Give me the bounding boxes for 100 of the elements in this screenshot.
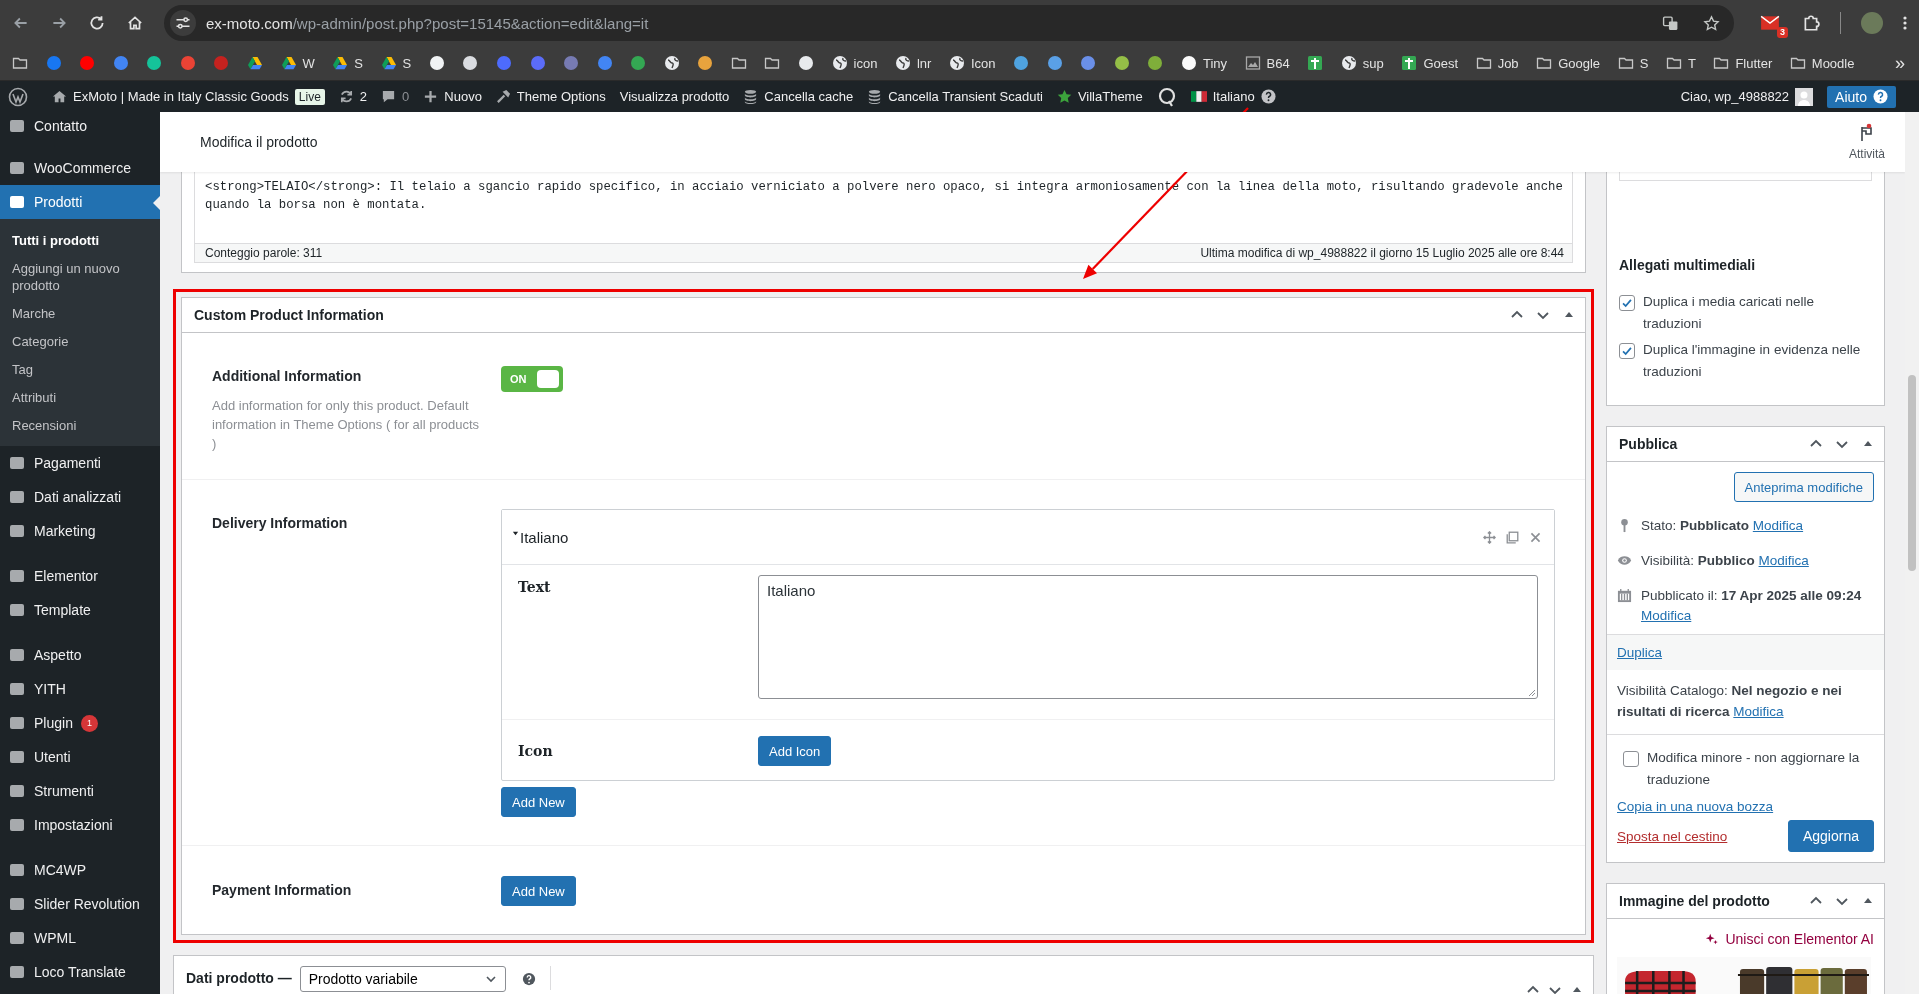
wordpress-logo-icon[interactable]	[8, 86, 28, 107]
comments-link[interactable]: 0	[381, 89, 410, 104]
menu-item[interactable]: Pagamenti	[0, 446, 160, 480]
home-icon[interactable]	[126, 14, 144, 32]
toolbar-link[interactable]	[1156, 86, 1177, 107]
copy-draft-link[interactable]: Copia in una nuova bozza	[1617, 799, 1874, 814]
edit-link[interactable]: Modifica	[1641, 608, 1692, 623]
menu-icon[interactable]	[1903, 15, 1907, 31]
site-icon[interactable]	[697, 55, 714, 71]
toolbar-link[interactable]: Nuovo	[423, 89, 482, 104]
site-info-icon[interactable]	[170, 10, 196, 36]
menu-item[interactable]: Marketing	[0, 514, 160, 548]
menu-item[interactable]: WooCommerce	[0, 151, 160, 185]
toolbar-link[interactable]: Visualizza prodotto	[619, 89, 730, 104]
puzzle-icon[interactable]	[1802, 14, 1820, 32]
submenu-item[interactable]: Tutti i prodotti	[0, 227, 160, 255]
menu-item[interactable]: Template	[0, 593, 160, 627]
bookmark[interactable]: icon	[831, 55, 878, 71]
star-icon[interactable]	[1703, 14, 1720, 32]
help-button[interactable]: Aiuto	[1827, 85, 1896, 108]
update-button[interactable]: Aggiorna	[1787, 820, 1874, 852]
bookmark[interactable]: B64	[1244, 55, 1290, 71]
elementor-ai-link[interactable]: Unisci con Elementor AI	[1607, 919, 1884, 957]
menu-item[interactable]: Loco Translate	[0, 955, 160, 989]
copy-icon[interactable]	[1506, 530, 1519, 544]
site-icon[interactable]	[798, 55, 814, 71]
menu-item[interactable]: Aspetto	[0, 638, 160, 672]
more-bookmarks-button[interactable]: »	[1895, 52, 1905, 74]
translate-icon[interactable]	[1662, 14, 1679, 32]
submenu-item[interactable]: Attributi	[0, 384, 160, 412]
edit-link[interactable]: Modifica	[1758, 553, 1809, 568]
checkbox[interactable]	[1619, 343, 1635, 359]
bookmark[interactable]: Goest	[1401, 55, 1459, 71]
bookmark[interactable]: Job	[1475, 55, 1519, 71]
site-icon[interactable]	[1046, 55, 1063, 71]
site-icon[interactable]	[1113, 55, 1130, 71]
checkbox[interactable]	[1619, 295, 1635, 311]
menu-item[interactable]: Strumenti	[0, 774, 160, 808]
updates-link[interactable]: 2	[338, 89, 368, 104]
bookmark[interactable]: T	[1665, 55, 1696, 71]
menu-item[interactable]: Contatto	[0, 112, 160, 140]
checkbox[interactable]	[1623, 751, 1639, 767]
duplicate-link[interactable]: Duplica	[1617, 645, 1663, 660]
add-new-button[interactable]: Add New	[501, 876, 576, 906]
toolbar-link[interactable]: Theme Options	[495, 89, 606, 104]
submenu-item[interactable]: Marche	[0, 300, 160, 328]
bookmark[interactable]: Tiny	[1180, 55, 1228, 71]
site-icon[interactable]	[462, 55, 479, 71]
move-icon[interactable]	[1483, 530, 1496, 544]
menu-item[interactable]: WPML	[0, 921, 160, 955]
bookmark[interactable]: Moodle	[1789, 55, 1855, 71]
text-area[interactable]: Italiano	[758, 575, 1538, 699]
toolbar-link[interactable]: VillaTheme	[1056, 89, 1143, 104]
site-icon[interactable]	[428, 55, 445, 71]
bookmark[interactable]: W	[280, 55, 315, 71]
bookmark[interactable]: sup	[1340, 55, 1384, 71]
reload-icon[interactable]	[88, 14, 106, 32]
toolbar-link[interactable]: Cancella cache	[743, 89, 854, 104]
add-icon-button[interactable]: Add Icon	[758, 736, 832, 766]
toolbar-link[interactable]: Italiano	[1190, 89, 1276, 104]
submenu-item[interactable]: Categorie	[0, 328, 160, 356]
bookmark[interactable]: Icon	[949, 55, 996, 71]
submenu-item[interactable]: Aggiungi un nuovo prodotto	[0, 255, 160, 300]
preview-button[interactable]: Anteprima modifiche	[1733, 472, 1874, 502]
bookmark[interactable]: S	[380, 55, 412, 71]
bookmark[interactable]: lnr	[895, 55, 932, 71]
bookmark[interactable]: Flutter	[1713, 55, 1773, 71]
menu-item[interactable]: Dati analizzati	[0, 480, 160, 514]
site-name-link[interactable]: ExMoto | Made in Italy Classic Goods	[52, 89, 289, 104]
menu-item[interactable]: Impostazioni	[0, 808, 160, 842]
trash-link[interactable]: Sposta nel cestino	[1617, 828, 1728, 844]
address-bar[interactable]: ex-moto.com/wp-admin/post.php?post=15145&action=edit&lang=it	[164, 5, 1734, 41]
menu-item[interactable]: Prodotti	[0, 185, 160, 219]
menu-item[interactable]: YITH	[0, 672, 160, 706]
menu-item[interactable]: MC4WP	[0, 853, 160, 887]
resize-handle-icon[interactable]	[1528, 689, 1536, 697]
toolbar-link[interactable]: Cancella Transient Scaduti	[867, 89, 1043, 104]
bookmark[interactable]: S	[332, 55, 363, 71]
activity-button[interactable]: Attività	[1849, 123, 1885, 161]
menu-item[interactable]: Elementor	[0, 559, 160, 593]
mail-icon[interactable]	[1760, 15, 1780, 31]
menu-item[interactable]: Slider Revolution	[0, 887, 160, 921]
submenu-item[interactable]: Tag	[0, 356, 160, 384]
edit-link[interactable]: Modifica	[1733, 704, 1784, 719]
site-icon[interactable]	[1013, 55, 1030, 71]
profile-avatar[interactable]	[1861, 12, 1883, 34]
bookmark[interactable]: Google	[1536, 55, 1601, 71]
product-type-dropdown[interactable]: Prodotto variabile	[299, 966, 506, 992]
caret-icon[interactable]	[512, 529, 519, 537]
menu-item[interactable]: Utenti	[0, 740, 160, 774]
submenu-item[interactable]: Recensioni	[0, 412, 160, 440]
help-icon[interactable]	[521, 972, 536, 986]
site-icon[interactable]	[1147, 55, 1164, 71]
close-icon[interactable]	[1529, 530, 1542, 544]
bookmark[interactable]: S	[1617, 55, 1649, 71]
menu-item[interactable]: Plugin 1	[0, 706, 160, 740]
account-link[interactable]: Ciao, wp_4988822	[1680, 87, 1814, 106]
edit-link[interactable]: Modifica	[1752, 518, 1804, 533]
add-new-button[interactable]: Add New	[501, 787, 576, 817]
site-icon[interactable]	[146, 55, 163, 71]
